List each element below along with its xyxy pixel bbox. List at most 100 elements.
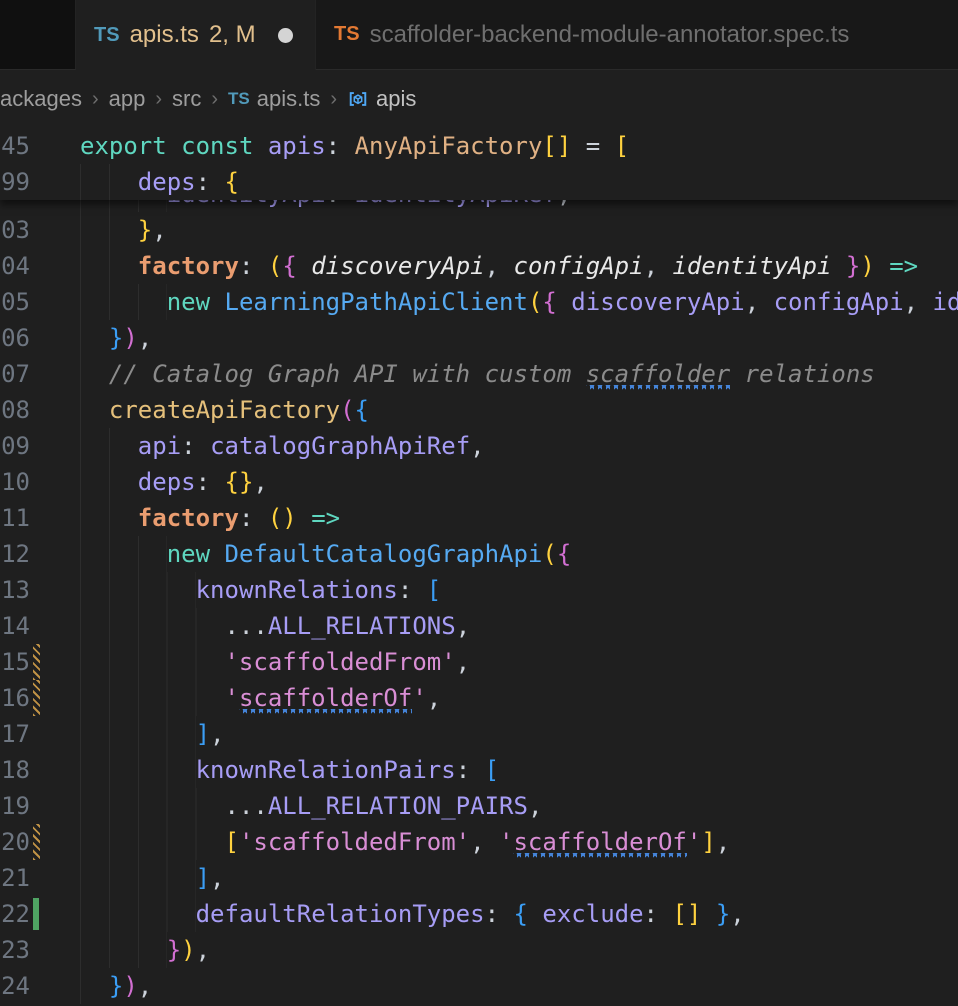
code-token[interactable]: : (196, 164, 225, 200)
code-line[interactable]: 23}), (0, 932, 958, 968)
editor-gutter[interactable]: 08 (0, 392, 44, 428)
code-token[interactable]: ) (123, 968, 137, 1004)
code-token[interactable]: ... (224, 788, 267, 824)
code-token[interactable] (701, 896, 715, 932)
editor-gutter[interactable]: 07 (0, 356, 44, 392)
unsaved-changes-dot[interactable] (277, 27, 293, 43)
code-token[interactable]: , (904, 284, 933, 320)
code-token[interactable]: } (167, 932, 181, 968)
editor-gutter[interactable]: 03 (0, 212, 44, 248)
code-token[interactable]: () (268, 500, 297, 536)
code-token[interactable]: , (196, 932, 210, 968)
editor-gutter[interactable]: 20 (0, 824, 44, 860)
code-token[interactable]: { (557, 536, 571, 572)
breadcrumb-item-file[interactable]: TS apis.ts (228, 86, 320, 112)
code-token[interactable]: createApiFactory (109, 392, 340, 428)
breadcrumb-item-packages[interactable]: ackages (0, 86, 82, 112)
code-token-spellcheck-squiggle[interactable]: scaffolder (585, 356, 730, 392)
code-line-content[interactable]: }), (44, 320, 958, 356)
code-token[interactable]: relations (730, 356, 875, 392)
code-line-content[interactable]: }, (44, 212, 958, 248)
line-number[interactable]: 23 (0, 932, 30, 968)
code-line[interactable]: 24}), (0, 968, 958, 1004)
code-token[interactable]: : (398, 572, 427, 608)
code-token[interactable]: ' (499, 824, 513, 860)
code-token[interactable]: [ (615, 128, 629, 164)
code-token[interactable]: AnyApiFactory (355, 128, 543, 164)
editor-gutter[interactable]: 21 (0, 860, 44, 896)
code-token[interactable] (253, 128, 267, 164)
code-line[interactable]: 07 // Catalog Graph API with custom scaff… (0, 356, 958, 392)
code-line-content[interactable]: ['scaffoldedFrom', 'scaffolderOf'], (44, 824, 958, 860)
code-line-content[interactable]: new DefaultCatalogGraphApi({ (44, 536, 958, 572)
code-token[interactable]: factory (138, 248, 239, 284)
line-number[interactable]: 22 (0, 896, 30, 932)
code-line[interactable]: 03}, (0, 212, 958, 248)
code-editor[interactable]: identityApi: identityApiRef,03},04factor… (0, 128, 958, 1006)
code-line[interactable]: 15 'scaffoldedFrom', (0, 644, 958, 680)
code-token[interactable] (875, 248, 889, 284)
code-line[interactable]: 13 knownRelations: [ (0, 572, 958, 608)
editor-gutter[interactable]: 16 (0, 680, 44, 716)
code-token[interactable]: : (239, 500, 268, 536)
line-number[interactable]: 12 (0, 536, 30, 572)
code-token[interactable]: new (167, 536, 210, 572)
code-line-content[interactable]: 'scaffolderOf', (44, 680, 958, 716)
code-line[interactable]: 06}), (0, 320, 958, 356)
code-token[interactable]: : (644, 896, 673, 932)
editor-gutter[interactable]: 11 (0, 500, 44, 536)
code-token[interactable]: export (80, 128, 167, 164)
code-token[interactable]: { (355, 392, 369, 428)
code-line[interactable]: 18 knownRelationPairs: [ (0, 752, 958, 788)
code-token[interactable] (297, 500, 311, 536)
line-number[interactable]: 45 (0, 128, 30, 164)
code-line-content[interactable]: factory: ({ discoveryApi, configApi, ide… (44, 248, 958, 284)
code-token[interactable]: , (470, 428, 484, 464)
code-token[interactable]: , (210, 860, 224, 896)
code-token[interactable]: knownRelations (196, 572, 398, 608)
code-line[interactable]: 99 deps: { (0, 164, 958, 200)
code-token[interactable]: { (225, 164, 239, 200)
code-token[interactable]: // Catalog Graph API with custom (109, 356, 586, 392)
code-token[interactable]: ] (701, 824, 715, 860)
code-token[interactable] (167, 128, 181, 164)
code-token[interactable]: deps (138, 464, 196, 500)
editor-gutter[interactable]: 17 (0, 716, 44, 752)
code-token[interactable]: , (730, 896, 744, 932)
code-line-content[interactable]: deps: {}, (44, 464, 958, 500)
code-token[interactable]: discoveryApi (311, 248, 484, 284)
code-line[interactable]: 14 ...ALL_RELATIONS, (0, 608, 958, 644)
editor-gutter[interactable]: 12 (0, 536, 44, 572)
code-token[interactable]: ] (196, 860, 210, 896)
editor-gutter[interactable]: 06 (0, 320, 44, 356)
editor-gutter[interactable]: 45 (0, 128, 44, 164)
code-token[interactable]: ' (224, 680, 238, 716)
code-line[interactable]: 17], (0, 716, 958, 752)
code-line[interactable]: 09 api: catalogGraphApiRef, (0, 428, 958, 464)
code-line-content[interactable]: createApiFactory({ (44, 392, 958, 428)
code-token[interactable] (557, 284, 571, 320)
code-token[interactable]: , (138, 320, 152, 356)
line-number[interactable]: 21 (0, 860, 30, 896)
code-token[interactable]: id (933, 284, 958, 320)
code-token[interactable]: discoveryApi (571, 284, 744, 320)
code-token[interactable]: {} (225, 464, 254, 500)
code-line-content[interactable]: 'scaffoldedFrom', (44, 644, 958, 680)
editor-gutter[interactable]: 10 (0, 464, 44, 500)
code-token[interactable]: ) (181, 932, 195, 968)
editor-gutter[interactable]: 99 (0, 164, 44, 200)
editor-gutter[interactable]: 18 (0, 752, 44, 788)
code-token[interactable]: } (109, 320, 123, 356)
code-token[interactable]: [] (542, 128, 571, 164)
code-line[interactable]: 20 ['scaffoldedFrom', 'scaffolderOf'], (0, 824, 958, 860)
breadcrumb-item-app[interactable]: app (109, 86, 146, 112)
code-token[interactable]: deps (138, 164, 196, 200)
editor-gutter[interactable]: 14 (0, 608, 44, 644)
line-number[interactable]: 18 (0, 752, 30, 788)
code-line[interactable]: 08 createApiFactory({ (0, 392, 958, 428)
code-line[interactable]: 21], (0, 860, 958, 896)
git-added-gutter-marker[interactable] (33, 898, 39, 930)
editor-gutter[interactable]: 05 (0, 284, 44, 320)
code-line[interactable]: 22 defaultRelationTypes: { exclude: [] }, (0, 896, 958, 932)
code-token[interactable]: , (644, 248, 673, 284)
